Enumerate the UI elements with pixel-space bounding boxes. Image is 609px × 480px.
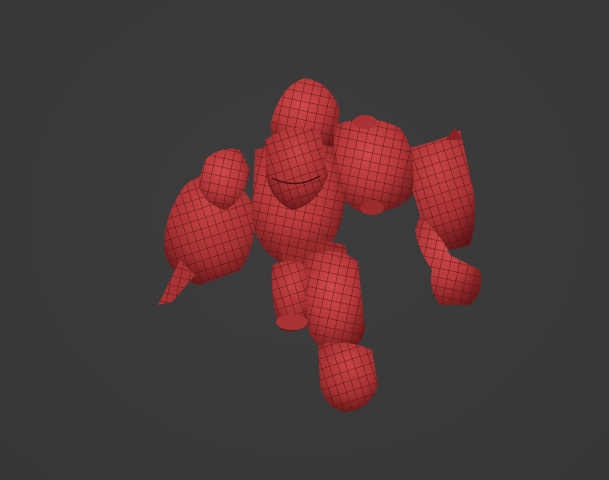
- right-leg: [305, 251, 378, 412]
- right-arm: [400, 128, 482, 305]
- left-arm: [158, 148, 256, 305]
- robot-mesh-render: [158, 78, 482, 412]
- 3d-viewport[interactable]: [0, 0, 609, 480]
